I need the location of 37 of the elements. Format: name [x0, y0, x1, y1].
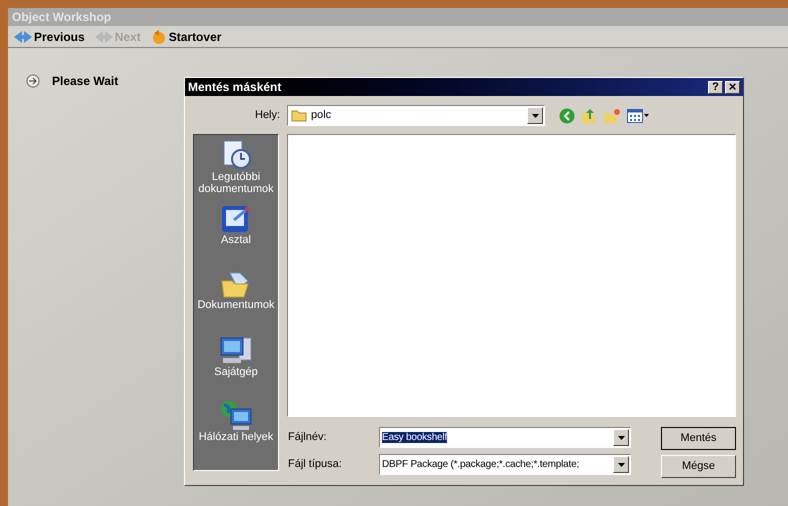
places-bar-item[interactable]: Legutóbbi dokumentumok: [194, 139, 278, 204]
arrow-circle-icon: [26, 74, 40, 88]
close-button[interactable]: ×: [725, 80, 740, 94]
field-label: Fájlnév:: [287, 430, 328, 446]
field-label: Fájl típusa:: [287, 457, 343, 472]
caret-icon: [618, 436, 624, 440]
dropdown-arrow-button[interactable]: [613, 429, 629, 446]
window-title: Object Workshop: [12, 9, 112, 26]
location-dropdown[interactable]: polc: [287, 105, 545, 126]
dropdown-arrow-button[interactable]: [527, 107, 543, 124]
places-bar-item[interactable]: Sajátgép: [194, 334, 278, 399]
places-bar-item[interactable]: Dokumentumok: [194, 269, 278, 334]
double-arrow-right-icon: [94, 30, 113, 42]
double-arrow-left-icon: [14, 30, 32, 42]
dialog-title: Mentés másként: [188, 79, 282, 96]
location-label: Hely:: [255, 108, 282, 124]
filename-combo[interactable]: Easy bookshelf: [379, 427, 631, 448]
help-button[interactable]: ?: [708, 80, 723, 94]
status-label: Please Wait: [52, 73, 118, 90]
filetype-dropdown[interactable]: DBPF Package (*.package;*.cache;*.template;: [379, 454, 631, 475]
caret-icon: [644, 114, 649, 117]
toolbar-button[interactable]: Startover: [150, 28, 222, 46]
caret-icon: [532, 114, 538, 118]
dialog-button[interactable]: Mégse: [661, 455, 736, 478]
toolbar-button[interactable]: Previous: [14, 28, 85, 46]
dropdown-arrow-button[interactable]: [613, 456, 629, 473]
caret-icon: [618, 462, 624, 466]
desktop-icon: [220, 204, 252, 234]
new-folder-icon: [603, 108, 621, 124]
folder-up-icon: [581, 108, 597, 124]
folder-icon: [291, 109, 307, 122]
view-grid-icon: [627, 108, 643, 122]
dialog-button[interactable]: Mentés: [661, 427, 736, 450]
network-computer-icon: [219, 399, 253, 431]
places-bar-item[interactable]: Asztal: [194, 204, 278, 269]
places-bar-item[interactable]: Hálózati helyek: [194, 399, 278, 464]
swirl-icon: [150, 28, 167, 44]
